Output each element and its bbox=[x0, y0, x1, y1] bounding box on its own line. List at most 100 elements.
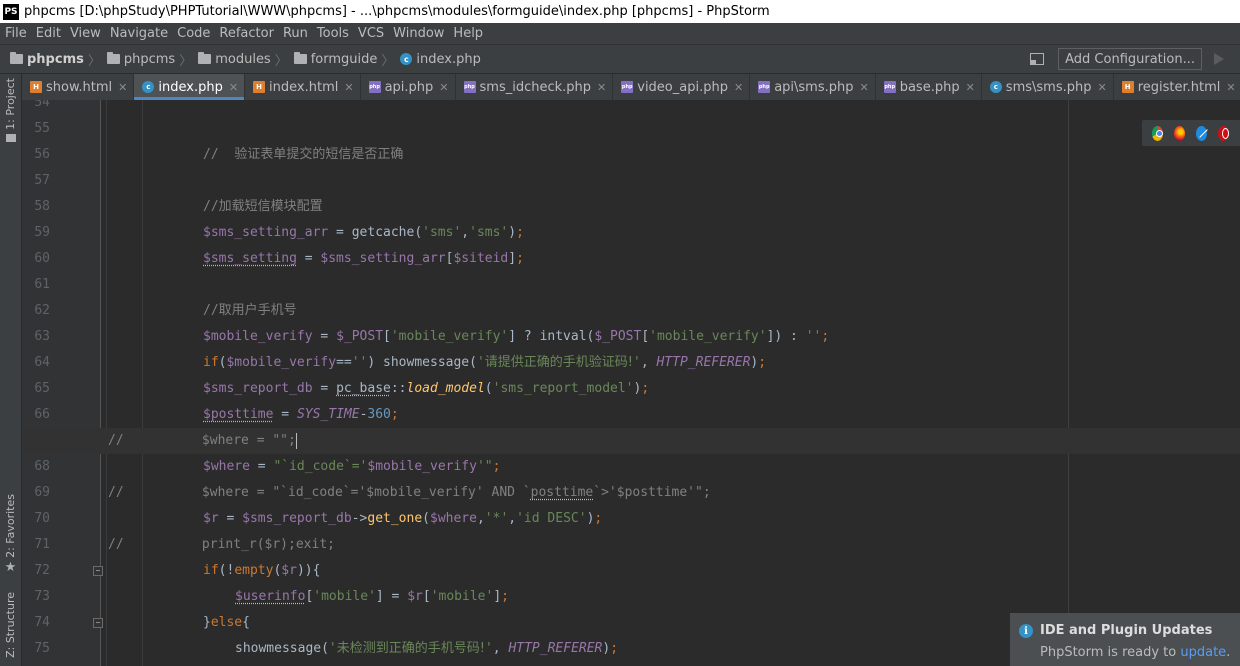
html-file-icon: H bbox=[253, 81, 266, 93]
folder-icon bbox=[10, 52, 23, 64]
code-line-66: $posttime = SYS_TIME-360; bbox=[203, 407, 399, 422]
update-link[interactable]: update bbox=[1180, 645, 1226, 660]
structure-tool-label: Z: Structure bbox=[4, 592, 17, 658]
info-icon: i bbox=[1019, 624, 1033, 638]
line-number: 60 bbox=[34, 251, 50, 266]
indent-guide bbox=[106, 100, 107, 666]
close-icon[interactable]: ✕ bbox=[597, 81, 606, 94]
menu-edit[interactable]: Edit bbox=[31, 26, 65, 41]
menu-run[interactable]: Run bbox=[278, 26, 312, 41]
tab-show-html[interactable]: Hshow.html ✕ bbox=[22, 74, 135, 100]
tab-label: index.php bbox=[158, 79, 223, 95]
line-number: 75 bbox=[34, 641, 50, 656]
code-line-73: $userinfo['mobile'] = $r['mobile']; bbox=[235, 589, 509, 604]
breadcrumb-label: modules bbox=[215, 51, 271, 67]
navigation-bar: phpcms 〉 phpcms 〉 modules 〉 formguide 〉 c index.p… bbox=[0, 45, 1240, 74]
line-number: 69 bbox=[34, 485, 50, 500]
tab-index-php[interactable]: c index.php ✕ bbox=[134, 74, 246, 100]
tab-label: api.php bbox=[384, 79, 434, 95]
close-icon[interactable]: ✕ bbox=[229, 81, 238, 94]
breadcrumb-label: phpcms bbox=[27, 51, 84, 67]
code-line-72: if(!empty($r)){ bbox=[203, 563, 321, 578]
close-icon[interactable]: ✕ bbox=[859, 81, 868, 94]
line-number-gutter: 5455565758596061626364656667686970717273… bbox=[22, 100, 103, 666]
close-icon[interactable]: ✕ bbox=[734, 81, 743, 94]
folder-icon bbox=[106, 52, 120, 64]
menu-tools[interactable]: Tools bbox=[312, 26, 353, 41]
favorites-tool-window-button[interactable]: 2: Favorites ★ bbox=[0, 494, 21, 574]
line-number: 66 bbox=[34, 407, 50, 422]
line-number: 65 bbox=[34, 381, 50, 396]
run-icon[interactable] bbox=[1214, 53, 1224, 65]
favorites-tool-label: 2: Favorites bbox=[4, 494, 17, 558]
code-line-58: //加载短信模块配置 bbox=[203, 199, 323, 214]
code-line-69: // $where = "`id_code`='$mobile_verify' … bbox=[108, 485, 711, 500]
breadcrumb-item[interactable]: c index.php bbox=[396, 52, 481, 67]
firefox-icon[interactable] bbox=[1174, 125, 1185, 141]
menu-refactor[interactable]: Refactor bbox=[214, 26, 278, 41]
fold-icon[interactable] bbox=[93, 566, 103, 576]
tab-label: index.html bbox=[269, 79, 339, 95]
close-icon[interactable]: ✕ bbox=[118, 81, 127, 94]
php-file-icon: php bbox=[621, 81, 634, 93]
add-configuration-button[interactable]: Add Configuration... bbox=[1058, 48, 1202, 70]
chrome-icon[interactable] bbox=[1152, 125, 1163, 141]
menu-view[interactable]: View bbox=[65, 26, 105, 41]
line-number: 59 bbox=[34, 225, 50, 240]
code-line-75: showmessage('未检测到正确的手机号码!', HTTP_REFERER… bbox=[235, 641, 619, 656]
menu-code[interactable]: Code bbox=[172, 26, 214, 41]
line-number: 56 bbox=[34, 147, 50, 162]
line-number: 73 bbox=[34, 589, 50, 604]
code-line-56: // 验证表单提交的短信是否正确 bbox=[203, 147, 404, 162]
close-icon[interactable]: ✕ bbox=[1097, 81, 1106, 94]
tab-api-sms-php[interactable]: php api\sms.php ✕ bbox=[750, 74, 876, 100]
line-number: 63 bbox=[34, 329, 50, 344]
layout-icon[interactable] bbox=[1030, 53, 1045, 65]
tab-register-html[interactable]: Hregister.html ✕ bbox=[1114, 74, 1240, 100]
safari-icon[interactable] bbox=[1196, 125, 1207, 141]
chevron-right-icon: 〉 bbox=[179, 53, 193, 69]
project-tool-window-button[interactable]: 1: Project bbox=[0, 78, 21, 142]
code-line-67: // $where = ""; bbox=[108, 432, 297, 449]
fold-icon[interactable] bbox=[93, 618, 103, 628]
notification-title: IDE and Plugin Updates bbox=[1040, 623, 1213, 638]
tab-base-php[interactable]: php base.php ✕ bbox=[876, 74, 982, 100]
code-line-62: //取用户手机号 bbox=[203, 303, 297, 318]
code-line-64: if($mobile_verify=='') showmessage('请提供正… bbox=[203, 355, 767, 370]
close-icon[interactable]: ✕ bbox=[344, 81, 353, 94]
breadcrumb-item[interactable]: modules 〉 bbox=[194, 50, 290, 69]
close-icon[interactable]: ✕ bbox=[1226, 81, 1235, 94]
left-tool-strip: 1: Project 2: Favorites ★ Z: Structure bbox=[0, 74, 22, 666]
code-line-68: $where = "`id_code`='$mobile_verify'"; bbox=[203, 459, 501, 474]
code-line-63: $mobile_verify = $_POST['mobile_verify']… bbox=[203, 329, 830, 344]
php-class-icon: c bbox=[989, 81, 1002, 93]
tab-api-php[interactable]: php api.php ✕ bbox=[361, 74, 456, 100]
close-icon[interactable]: ✕ bbox=[966, 81, 975, 94]
tab-index-html[interactable]: Hindex.html ✕ bbox=[245, 74, 361, 100]
line-number: 70 bbox=[34, 511, 50, 526]
editor-tabs: Hshow.html ✕ c index.php ✕ Hindex.html ✕ php api… bbox=[22, 74, 1240, 101]
code-editor[interactable]: 5455565758596061626364656667686970717273… bbox=[22, 100, 1240, 666]
opera-icon[interactable] bbox=[1218, 125, 1229, 141]
breadcrumb-item[interactable]: phpcms 〉 bbox=[0, 50, 103, 69]
code-line-60: $sms_setting = $sms_setting_arr[$siteid]… bbox=[203, 251, 524, 266]
breadcrumb-label: phpcms bbox=[123, 51, 176, 67]
breadcrumb-item[interactable]: formguide 〉 bbox=[290, 50, 397, 69]
menu-file[interactable]: File bbox=[0, 26, 31, 41]
folder-icon bbox=[198, 52, 212, 64]
structure-tool-window-button[interactable]: Z: Structure bbox=[0, 592, 21, 658]
text-caret bbox=[295, 432, 297, 449]
tab-video-api-php[interactable]: php video_api.php ✕ bbox=[613, 74, 751, 100]
menu-navigate[interactable]: Navigate bbox=[105, 26, 172, 41]
breadcrumb-item[interactable]: phpcms 〉 bbox=[103, 50, 194, 69]
tab-sms-idcheck-php[interactable]: php sms_idcheck.php ✕ bbox=[456, 74, 614, 100]
notification-suffix: . bbox=[1226, 645, 1231, 660]
menu-vcs[interactable]: VCS bbox=[353, 26, 388, 41]
line-number: 61 bbox=[34, 277, 50, 292]
menu-help[interactable]: Help bbox=[448, 26, 487, 41]
php-file-icon: php bbox=[463, 81, 476, 93]
close-icon[interactable]: ✕ bbox=[439, 81, 448, 94]
tab-sms-sms-php[interactable]: c sms\sms.php ✕ bbox=[982, 74, 1114, 100]
menu-window[interactable]: Window bbox=[388, 26, 448, 41]
tab-label: show.html bbox=[46, 79, 113, 95]
